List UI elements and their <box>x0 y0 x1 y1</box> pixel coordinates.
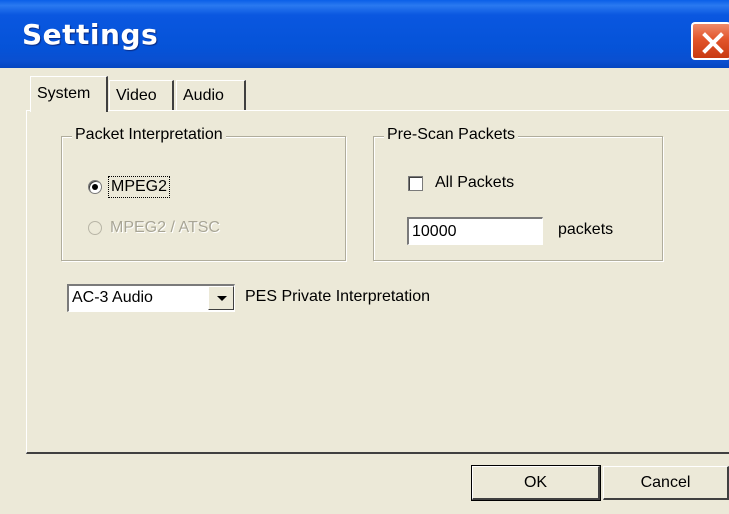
packet-interpretation-legend: Packet Interpretation <box>72 126 226 144</box>
radio-mpeg2[interactable]: MPEG2 <box>88 176 171 198</box>
radio-mpeg2-atsc-label: MPEG2 / ATSC <box>110 219 220 236</box>
prescan-packets-legend: Pre-Scan Packets <box>384 126 519 144</box>
title-bar[interactable]: Settings <box>0 0 729 68</box>
prescan-packets-group: Pre-Scan Packets All Packets packets <box>373 126 663 261</box>
close-button[interactable] <box>691 22 729 60</box>
packet-count-input[interactable] <box>407 217 543 245</box>
all-packets-checkbox-box[interactable] <box>408 175 423 191</box>
close-icon <box>702 32 724 54</box>
chevron-down-icon[interactable] <box>208 286 234 310</box>
radio-mpeg2-indicator[interactable] <box>88 180 102 194</box>
tab-video-label: Video <box>116 87 157 104</box>
packet-interpretation-group: Packet Interpretation MPEG2 MPEG2 / ATSC <box>61 126 346 261</box>
pes-private-selected: AC-3 Audio <box>72 289 153 306</box>
pes-private-dropdown[interactable]: AC-3 Audio <box>67 284 235 312</box>
all-packets-label: All Packets <box>435 174 515 191</box>
tab-system-label: System <box>37 85 91 102</box>
radio-mpeg2-label: MPEG2 <box>107 176 171 198</box>
pes-private-label: PES Private Interpretation <box>245 288 430 305</box>
ok-button-label: OK <box>523 473 548 491</box>
cancel-button[interactable]: Cancel <box>603 466 729 500</box>
packets-unit-label: packets <box>558 221 614 238</box>
all-packets-checkbox[interactable]: All Packets <box>408 174 514 192</box>
tab-video[interactable]: Video <box>109 80 174 110</box>
system-tab-panel: Packet Interpretation MPEG2 MPEG2 / ATSC… <box>26 110 729 454</box>
ok-button[interactable]: OK <box>471 465 601 501</box>
tab-system[interactable]: System <box>30 76 108 112</box>
tab-audio-label: Audio <box>183 87 224 104</box>
window-title: Settings <box>22 18 159 51</box>
radio-mpeg2-atsc: MPEG2 / ATSC <box>88 219 220 237</box>
cancel-button-label: Cancel <box>640 473 691 491</box>
tab-audio[interactable]: Audio <box>176 80 246 110</box>
radio-mpeg2-atsc-indicator <box>88 221 102 235</box>
